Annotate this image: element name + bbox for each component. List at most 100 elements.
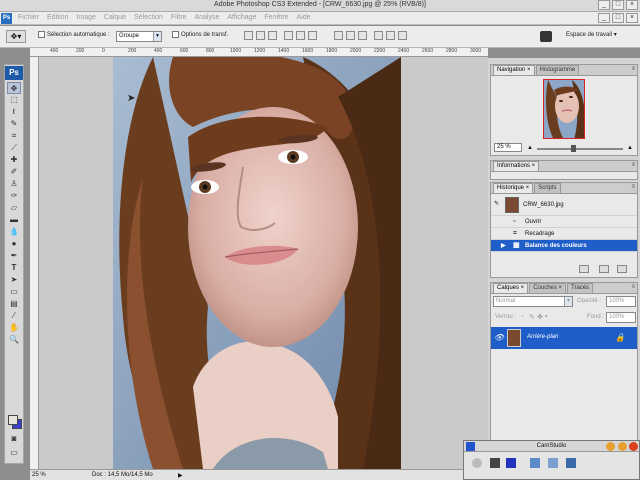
region-icon[interactable] <box>548 458 558 468</box>
maximize-button[interactable]: □ <box>612 0 624 10</box>
status-zoom[interactable]: 25 % <box>32 472 46 478</box>
hand-tool-icon[interactable]: ✋ <box>7 322 21 334</box>
blend-mode-dropdown[interactable]: Normal ▼ <box>493 296 573 307</box>
palette-well-icon[interactable] <box>540 31 552 42</box>
quick-mask-icon[interactable]: ◙ <box>7 433 21 445</box>
new-document-from-state-icon[interactable] <box>579 265 589 273</box>
quick-select-tool-icon[interactable]: ✎ <box>7 118 21 130</box>
zoom-slider[interactable] <box>537 148 623 150</box>
doc-restore-button[interactable]: □ <box>612 13 624 23</box>
lock-transparency-icon[interactable]: ▫ <box>521 313 523 320</box>
trash-icon[interactable] <box>617 265 627 273</box>
record-icon[interactable] <box>472 458 482 468</box>
lock-pixels-icon[interactable]: ✎ <box>529 313 535 321</box>
menu-fichier[interactable]: Fichier <box>18 14 39 21</box>
history-snapshot[interactable]: ✎ CRW_6630.jpg <box>491 194 637 216</box>
history-brush-tool-icon[interactable]: ✑ <box>7 190 21 202</box>
move-tool-preset-icon[interactable]: ✥▾ <box>6 30 26 43</box>
distribute-hcenter-icon[interactable] <box>386 31 395 40</box>
navigator-thumbnail[interactable] <box>543 79 585 139</box>
type-tool-icon[interactable]: T <box>7 262 21 274</box>
gradient-tool-icon[interactable]: ▬ <box>7 214 21 226</box>
screen-mode-icon[interactable]: ▭ <box>7 447 21 459</box>
layer-background[interactable]: 👁 Arrière-plan 🔒 <box>491 327 637 349</box>
blur-tool-icon[interactable]: 💧 <box>7 226 21 238</box>
lock-all-icon[interactable]: ▪ <box>545 313 547 320</box>
minimize-button[interactable] <box>606 442 615 451</box>
foreground-color-swatch[interactable] <box>8 415 18 425</box>
doc-minimize-button[interactable]: _ <box>598 13 610 23</box>
panel-menu-icon[interactable]: ≡ <box>631 66 635 72</box>
align-right-icon[interactable] <box>308 31 317 40</box>
auto-select-checkbox-group[interactable]: Sélection automatique : <box>38 31 110 38</box>
tab-history[interactable]: Historique × <box>493 183 534 193</box>
doc-close-button[interactable]: × <box>626 13 638 23</box>
menu-image[interactable]: Image <box>76 14 95 21</box>
move-tool-icon[interactable]: ✥ <box>7 82 21 94</box>
clone-stamp-tool-icon[interactable]: ♙ <box>7 178 21 190</box>
opacity-field[interactable]: 100% <box>606 296 636 307</box>
menu-filtre[interactable]: Filtre <box>171 14 187 21</box>
navigator-zoom-field[interactable]: 25 % <box>494 143 522 152</box>
distribute-vcenter-icon[interactable] <box>346 31 355 40</box>
notes-tool-icon[interactable]: ▤ <box>7 298 21 310</box>
close-button[interactable] <box>629 442 638 451</box>
pen-tool-icon[interactable]: ✒ <box>7 250 21 262</box>
zoom-in-icon[interactable]: ▲ <box>627 145 633 151</box>
align-left-icon[interactable] <box>284 31 293 40</box>
shape-tool-icon[interactable]: ▭ <box>7 286 21 298</box>
dodge-tool-icon[interactable]: ● <box>7 238 21 250</box>
document-canvas[interactable]: ➤ <box>39 57 488 469</box>
transform-checkbox-group[interactable]: Options de transf. <box>172 31 228 38</box>
slice-tool-icon[interactable]: ⟋ <box>7 142 21 154</box>
tab-layers[interactable]: Calques × <box>493 283 529 293</box>
zoom-out-icon[interactable]: ▲ <box>527 145 533 151</box>
tab-channels[interactable]: Couches × <box>529 283 567 293</box>
distribute-right-icon[interactable] <box>398 31 407 40</box>
lasso-tool-icon[interactable]: ℓ <box>7 106 21 118</box>
menu-calque[interactable]: Calque <box>104 14 126 21</box>
eraser-tool-icon[interactable]: ▱ <box>7 202 21 214</box>
menu-edition[interactable]: Edition <box>47 14 68 21</box>
tab-paths[interactable]: Tracés <box>567 283 594 293</box>
maximize-button[interactable] <box>618 442 627 451</box>
align-top-icon[interactable] <box>244 31 253 40</box>
history-step-crop[interactable]: ⌗ Recadrage <box>491 228 637 240</box>
zoom-tool-icon[interactable]: 🔍 <box>7 334 21 346</box>
eye-icon[interactable]: 👁 <box>494 333 504 342</box>
align-hcenter-icon[interactable] <box>296 31 305 40</box>
panel-menu-icon[interactable]: ≡ <box>631 184 635 190</box>
align-bottom-icon[interactable] <box>268 31 277 40</box>
fill-field[interactable]: 100% <box>606 312 636 323</box>
portrait-photo[interactable] <box>113 57 401 469</box>
tab-scripts[interactable]: Scripts <box>534 183 561 193</box>
auto-select-dropdown[interactable]: Groupe ▼ <box>116 31 162 42</box>
tab-histogram[interactable]: Histogramme <box>535 65 580 75</box>
marquee-tool-icon[interactable]: ⬚ <box>7 94 21 106</box>
zoom-slider-thumb[interactable] <box>571 145 576 152</box>
menu-selection[interactable]: Sélection <box>134 14 163 21</box>
distribute-top-icon[interactable] <box>334 31 343 40</box>
panel-menu-icon[interactable]: ≡ <box>631 284 635 290</box>
tab-info[interactable]: Informations × <box>493 161 540 171</box>
auto-select-checkbox[interactable] <box>38 31 45 38</box>
history-step-open[interactable]: ▫ Ouvrir <box>491 216 637 228</box>
menu-aide[interactable]: Aide <box>297 14 311 21</box>
new-snapshot-icon[interactable] <box>599 265 609 273</box>
distribute-left-icon[interactable] <box>374 31 383 40</box>
menu-analyse[interactable]: Analyse <box>194 14 219 21</box>
stop-icon[interactable] <box>506 458 516 468</box>
brush-tool-icon[interactable]: ✐ <box>7 166 21 178</box>
transform-checkbox[interactable] <box>172 31 179 38</box>
history-step-color-balance[interactable]: ▶ ▦ Balance des couleurs <box>491 240 637 252</box>
align-vcenter-icon[interactable] <box>256 31 265 40</box>
healing-brush-tool-icon[interactable]: ✚ <box>7 154 21 166</box>
workspace-menu[interactable]: Espace de travail ▾ <box>566 31 617 38</box>
path-select-tool-icon[interactable]: ➤ <box>7 274 21 286</box>
menu-fenetre[interactable]: Fenêtre <box>264 14 288 21</box>
annotation-icon[interactable] <box>530 458 540 468</box>
menu-affichage[interactable]: Affichage <box>227 14 256 21</box>
close-button[interactable]: × <box>626 0 638 10</box>
eyedropper-tool-icon[interactable]: ⁄ <box>7 310 21 322</box>
crop-tool-icon[interactable]: ⌗ <box>7 130 21 142</box>
